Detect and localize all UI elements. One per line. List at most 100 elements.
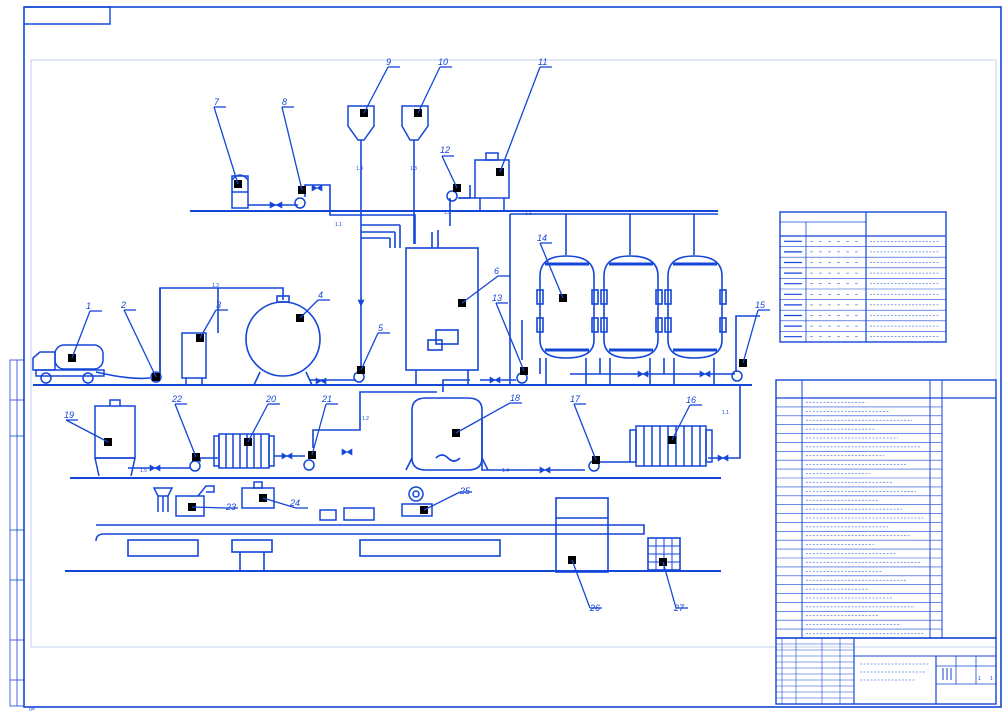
- leader-line: [199, 309, 217, 339]
- leader-line: [573, 403, 597, 461]
- leader-line: [281, 106, 303, 191]
- pump-12: [446, 190, 458, 202]
- equipment-number: 12: [440, 145, 450, 155]
- reactors-14: [536, 255, 727, 385]
- leader-line: [65, 419, 109, 443]
- equipment-number: 18: [510, 393, 520, 403]
- pipe-mark: 1.4: [502, 468, 509, 474]
- callout-deaerator: 3: [196, 300, 228, 342]
- equipment-number: 3: [216, 300, 221, 310]
- leader-line: [441, 155, 458, 189]
- callout-crate: 27: [659, 558, 688, 613]
- callout-water_tank: 7: [213, 97, 242, 188]
- equipment-number: 7: [214, 97, 220, 107]
- callout-capper: 24: [259, 494, 308, 509]
- callout-pump_22: 22: [171, 394, 200, 461]
- cabinet-26: [555, 497, 609, 573]
- leader-line: [455, 402, 511, 434]
- leader-line: [417, 66, 441, 114]
- callout-plate_exchanger: 16: [668, 395, 702, 444]
- leader-line: [299, 299, 319, 319]
- equipment-number: 8: [282, 97, 287, 107]
- conveyor-line: [95, 524, 645, 571]
- leader-line: [213, 106, 239, 185]
- callout-cabinet: 26: [568, 556, 602, 613]
- pipelines: [95, 140, 760, 471]
- callout-hopper_10: 10: [414, 57, 452, 117]
- leader-line: [247, 403, 269, 443]
- capper-24: [241, 481, 275, 509]
- leader-line: [742, 309, 759, 364]
- pipe-mark: 1.3: [212, 283, 219, 289]
- leader-line: [671, 404, 691, 441]
- equipment-number: 5: [378, 323, 384, 333]
- equipment-number: 16: [686, 395, 696, 405]
- equipment-number: 14: [537, 233, 547, 243]
- plate-exchanger-16: [629, 425, 713, 467]
- pipe-mark: 1.1: [335, 222, 342, 228]
- leader-line: [191, 506, 227, 509]
- bottom-left-mark: б=: [29, 707, 35, 713]
- equipment-number: 26: [589, 603, 600, 613]
- callout-filler: 23: [188, 502, 238, 512]
- callout-dosing_tank: 11: [496, 57, 552, 176]
- pipe-mark: 1.1: [525, 211, 532, 217]
- equipment-number: 25: [459, 486, 471, 496]
- equipment-number: 23: [225, 502, 236, 512]
- leader-line: [123, 309, 157, 378]
- callout-tanker_truck: 1: [68, 301, 102, 362]
- equipment-number: 27: [673, 603, 685, 613]
- equipment-number: 1: [86, 301, 91, 311]
- leader-line: [174, 403, 197, 458]
- equipment-number: 11: [538, 57, 547, 67]
- tanker-truck-1: [32, 344, 105, 384]
- valves: [149, 184, 729, 474]
- callout-pump_15: 15: [739, 300, 770, 367]
- equipment-number: 22: [171, 394, 182, 404]
- leader-line: [499, 66, 541, 173]
- callout-mixing_tank: 6: [458, 266, 510, 307]
- buffer-tank-18: [405, 397, 489, 471]
- leader-line: [71, 310, 91, 359]
- equipment-number: 6: [494, 266, 499, 276]
- pipe-mark: 1.5: [140, 468, 147, 474]
- equipment-number: 15: [755, 300, 766, 310]
- pipe-mark: 1.3: [356, 166, 363, 172]
- callout-pump_12: 12: [440, 145, 461, 192]
- pump-15: [731, 370, 743, 382]
- equipment-number: 21: [321, 394, 332, 404]
- filler-23: [152, 485, 215, 517]
- callout-pump_8: 8: [281, 97, 306, 194]
- leader-line: [363, 66, 389, 114]
- callout-labeler: 25: [420, 486, 472, 514]
- callout-hopper_9: 9: [360, 57, 400, 117]
- equipment-number: 4: [318, 290, 323, 300]
- pipe-marks: 1.1 1.3 1.3 1.3 1.3 1.1 1.2 1.5 1.4 1.1: [140, 166, 729, 474]
- equipment-number: 13: [492, 293, 502, 303]
- pipe-mark: 1.3: [410, 166, 417, 172]
- equipment-number: 17: [570, 394, 581, 404]
- leader-line: [423, 491, 461, 511]
- equipment-number: 9: [386, 57, 391, 67]
- pump-22: [189, 460, 201, 472]
- callout-pump_21: 21: [308, 394, 338, 459]
- leader-line: [662, 561, 677, 609]
- scheme-drawing: б= 1.1 1.3 1.3 1.3 1.3 1.1 1.2 1.5 1.4 1…: [9, 6, 1002, 713]
- pipe-mark: 1.2: [362, 416, 369, 422]
- equipment-number: 2: [120, 300, 126, 310]
- title-block: [775, 637, 997, 705]
- sheet-frame: [23, 6, 1002, 708]
- binding-strip: [9, 359, 25, 707]
- pipe-mark: 1.1: [722, 410, 729, 416]
- callout-collector: 19: [64, 410, 112, 446]
- callout-buffer_tank: 18: [452, 393, 522, 437]
- leader-line: [360, 332, 379, 371]
- pump-21: [303, 459, 315, 471]
- callout-pump_5: 5: [357, 323, 390, 374]
- equipment-number: 19: [64, 410, 74, 420]
- callout-pump_17: 17: [570, 394, 600, 464]
- leader-line: [571, 559, 591, 609]
- callout-pump_2: 2: [120, 300, 160, 381]
- sheet-number: 1: [978, 676, 981, 682]
- legend-table: [779, 211, 947, 343]
